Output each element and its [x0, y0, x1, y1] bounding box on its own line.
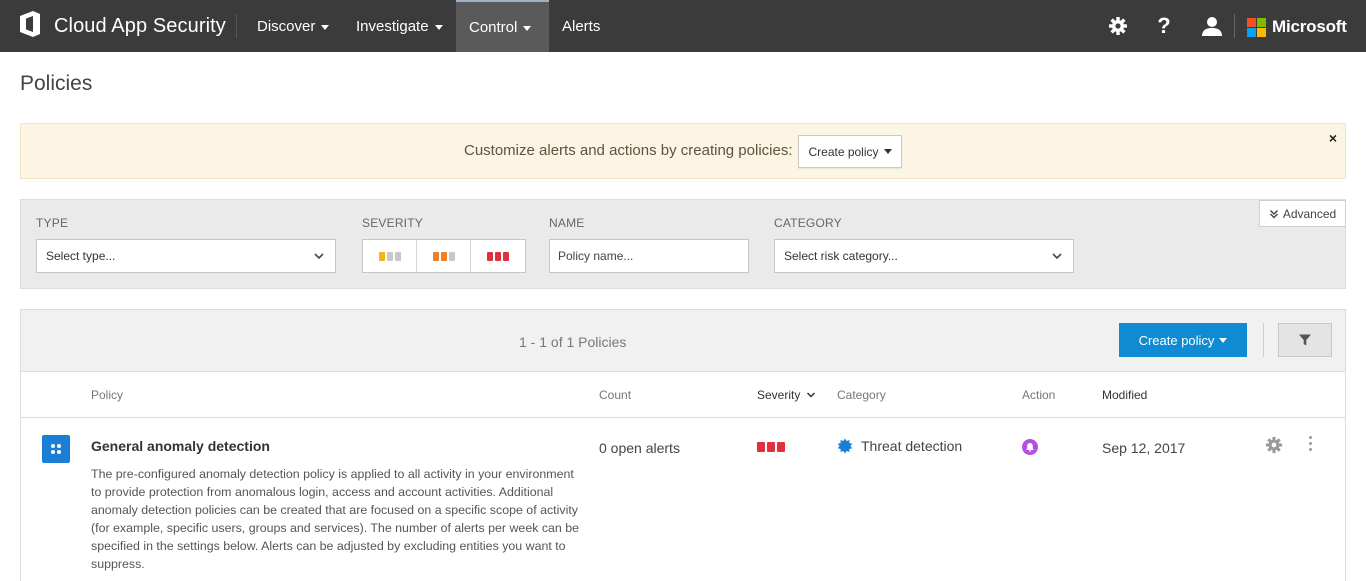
- office-logo-icon: [18, 10, 42, 43]
- chevron-down-icon: [1219, 337, 1228, 343]
- chevron-down-icon: [321, 24, 330, 30]
- microsoft-squares-icon: [1247, 17, 1266, 37]
- filter-funnel-icon: [1298, 333, 1312, 347]
- nav-discover-label: Discover: [257, 17, 316, 35]
- policy-description: The pre-configured anomaly detection pol…: [91, 467, 580, 571]
- brand-divider-right: [1234, 14, 1235, 38]
- create-policy-label: Create policy: [1138, 332, 1215, 348]
- severity-high-toggle[interactable]: [471, 240, 525, 272]
- chevron-down-icon: [523, 25, 532, 31]
- advanced-label: Advanced: [1282, 206, 1337, 221]
- table-header: Policy Count Severity Category Action Mo…: [21, 372, 1345, 418]
- nav-investigate[interactable]: Investigate: [343, 0, 456, 52]
- policy-category-label: Threat detection: [861, 438, 963, 454]
- policy-modified-date: Sep 12, 2017: [1102, 440, 1186, 456]
- filter-toggle-button[interactable]: [1278, 323, 1332, 357]
- close-icon[interactable]: ×: [1329, 130, 1337, 146]
- chevron-down-icon: [434, 24, 443, 30]
- banner-create-policy-button[interactable]: Create policy: [798, 135, 902, 168]
- nav-control-label: Control: [469, 18, 518, 36]
- nav-alerts[interactable]: Alerts: [549, 0, 613, 52]
- alert-bell-icon: [1022, 439, 1038, 455]
- policies-table: 1 - 1 of 1 Policies Create policy Policy…: [20, 309, 1346, 581]
- filter-panel: TYPE Select type... SEVERITY NAME CATEGO…: [20, 199, 1346, 289]
- policy-settings-gear-icon[interactable]: [1265, 436, 1283, 459]
- filter-name-label: NAME: [549, 216, 585, 230]
- category-select[interactable]: Select risk category...: [774, 239, 1074, 273]
- column-header-action[interactable]: Action: [1022, 388, 1055, 402]
- banner-text: Customize alerts and actions by creating…: [464, 142, 793, 159]
- filter-severity-label: SEVERITY: [362, 216, 423, 230]
- brand-divider: [236, 14, 237, 38]
- app-brand[interactable]: Cloud App Security: [18, 0, 226, 52]
- nav-control[interactable]: Control: [456, 0, 549, 52]
- chevron-down-icon: [313, 250, 325, 265]
- toolbar-divider: [1263, 323, 1264, 357]
- double-chevron-down-icon: [1269, 209, 1279, 219]
- chevron-down-icon: [883, 149, 892, 154]
- nav-discover[interactable]: Discover: [244, 0, 342, 52]
- settings-gear-icon[interactable]: [1100, 0, 1136, 52]
- severity-header-label: Severity: [757, 388, 801, 402]
- help-question-icon[interactable]: ?: [1146, 0, 1182, 52]
- page-title: Policies: [20, 72, 93, 95]
- column-header-policy[interactable]: Policy: [91, 388, 123, 402]
- column-header-severity[interactable]: Severity: [757, 388, 816, 403]
- sort-chevron-down-icon: [806, 389, 816, 403]
- create-policy-button[interactable]: Create policy: [1119, 323, 1247, 357]
- anomaly-policy-type-icon: [42, 435, 70, 463]
- advanced-filters-button[interactable]: Advanced: [1259, 200, 1346, 227]
- user-icon[interactable]: [1194, 0, 1230, 52]
- table-toolbar: 1 - 1 of 1 Policies Create policy: [21, 310, 1345, 372]
- severity-low-toggle[interactable]: [363, 240, 417, 272]
- banner-create-policy-label: Create policy: [808, 144, 879, 159]
- app-name: Cloud App Security: [54, 14, 226, 37]
- policy-name-input[interactable]: [549, 239, 749, 273]
- filter-category-label: CATEGORY: [774, 216, 842, 230]
- nav-investigate-label: Investigate: [356, 17, 429, 35]
- nav-alerts-label: Alerts: [562, 17, 601, 35]
- severity-medium-toggle[interactable]: [417, 240, 471, 272]
- threat-detection-icon: [837, 438, 853, 454]
- info-banner: Customize alerts and actions by creating…: [20, 123, 1346, 179]
- category-select-value: Select risk category...: [784, 249, 898, 263]
- type-select[interactable]: Select type...: [36, 239, 336, 273]
- pagination-summary: 1 - 1 of 1 Policies: [519, 334, 627, 350]
- chevron-down-icon: [1051, 250, 1063, 265]
- more-options-icon[interactable]: [1307, 436, 1313, 451]
- severity-toggle-group: [362, 239, 526, 273]
- column-header-modified[interactable]: Modified: [1102, 388, 1147, 402]
- table-row[interactable]: General anomaly detection The pre-config…: [21, 418, 1345, 581]
- top-navigation-bar: Cloud App Security Discover Investigate …: [0, 0, 1366, 52]
- severity-high-indicator: [757, 442, 785, 452]
- policy-alert-count[interactable]: 0 open alerts: [599, 440, 680, 456]
- policy-title[interactable]: General anomaly detection: [91, 438, 270, 454]
- microsoft-logo[interactable]: Microsoft: [1247, 17, 1347, 37]
- type-select-value: Select type...: [46, 249, 116, 263]
- column-header-category[interactable]: Category: [837, 388, 886, 402]
- policy-category: Threat detection: [837, 438, 962, 454]
- column-header-count[interactable]: Count: [599, 388, 631, 402]
- filter-type-label: TYPE: [36, 216, 69, 230]
- microsoft-brand-text: Microsoft: [1272, 17, 1347, 36]
